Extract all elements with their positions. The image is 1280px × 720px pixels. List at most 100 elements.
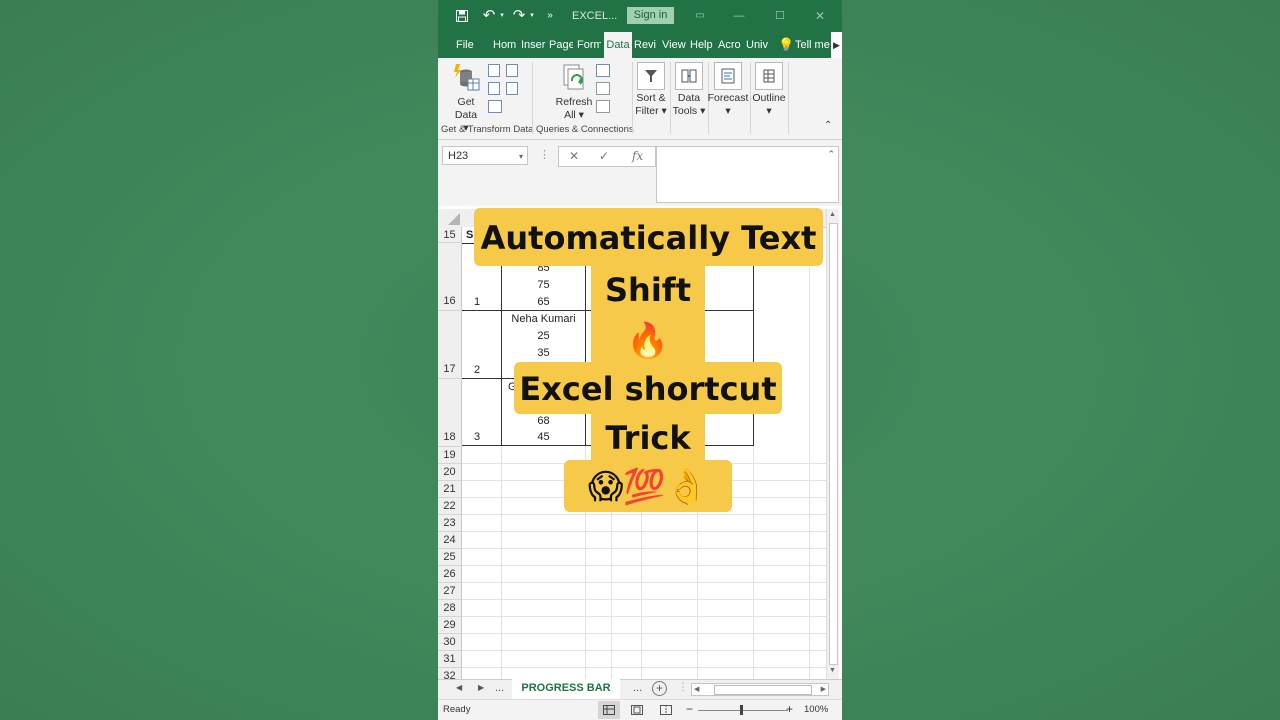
tab-insert[interactable]: Inser: [521, 32, 546, 58]
formula-collapse-icon[interactable]: ⌃: [827, 149, 835, 160]
row-header[interactable]: 23: [438, 515, 462, 532]
sheet-tab-bar: ◀ ▶ ... PROGRESS BAR ... + ⋮ ◀ ▶: [438, 679, 842, 701]
scroll-left-icon[interactable]: ◀: [694, 684, 699, 695]
row-header[interactable]: 15: [438, 227, 462, 243]
tab-data[interactable]: Data: [604, 32, 632, 58]
row-header[interactable]: 19: [438, 447, 462, 464]
row-header[interactable]: 29: [438, 617, 462, 634]
select-all-icon[interactable]: [448, 213, 460, 225]
tabs-scroll-right-icon[interactable]: ▶: [831, 32, 842, 58]
cancel-icon[interactable]: ✕: [569, 147, 579, 166]
undo-dropdown-icon[interactable]: ▾: [498, 0, 506, 32]
row-header[interactable]: 26: [438, 566, 462, 583]
row-header[interactable]: 27: [438, 583, 462, 600]
normal-view-button[interactable]: [598, 701, 620, 719]
ribbon-display-icon[interactable]: ▭: [692, 0, 708, 32]
cell-line[interactable]: 75: [502, 279, 585, 291]
scroll-down-icon[interactable]: ▼: [829, 667, 836, 674]
collapse-ribbon-icon[interactable]: ⌃: [824, 120, 832, 131]
minimize-icon[interactable]: —: [731, 0, 747, 32]
row-header[interactable]: 16: [438, 243, 462, 311]
row-header[interactable]: 28: [438, 600, 462, 617]
formula-input[interactable]: ⌃: [656, 146, 839, 203]
cell-line[interactable]: 65: [502, 296, 585, 308]
tab-review[interactable]: Revi: [634, 32, 658, 58]
sign-in-button[interactable]: Sign in: [627, 7, 674, 24]
tab-home[interactable]: Hom: [493, 32, 517, 58]
zoom-level[interactable]: 100%: [804, 704, 828, 715]
database-icon: [454, 64, 480, 91]
sheet-overflow-right[interactable]: ...: [633, 682, 642, 694]
scroll-right-icon[interactable]: ▶: [821, 684, 826, 695]
customize-toolbar-icon[interactable]: »: [544, 0, 556, 32]
zoom-slider-thumb[interactable]: [740, 705, 743, 715]
prev-sheet-icon[interactable]: ◀: [456, 683, 462, 692]
sheet-overflow-left[interactable]: ...: [495, 682, 504, 694]
row-header[interactable]: 22: [438, 498, 462, 515]
from-table-icon[interactable]: [488, 82, 500, 95]
refresh-all-button[interactable]: Refresh All ▾: [554, 64, 594, 122]
cell-sno[interactable]: 3: [474, 431, 480, 443]
header-cell-s[interactable]: S: [466, 229, 473, 241]
save-icon[interactable]: [454, 0, 470, 32]
horizontal-scrollbar[interactable]: ◀ ▶: [691, 683, 829, 696]
scroll-up-icon[interactable]: ▲: [829, 211, 836, 218]
row-header[interactable]: 30: [438, 634, 462, 651]
cell-sno[interactable]: 1: [474, 296, 480, 308]
redo-icon[interactable]: ↷: [510, 0, 528, 32]
tab-file[interactable]: File: [456, 32, 474, 58]
row-header[interactable]: 20: [438, 464, 462, 481]
cell-line[interactable]: 45: [502, 431, 585, 443]
tab-help[interactable]: Help: [690, 32, 714, 58]
add-sheet-icon[interactable]: +: [652, 681, 667, 696]
properties-icon[interactable]: [596, 82, 610, 95]
forecast-button[interactable]: Forecast ▾: [706, 62, 750, 118]
insert-function-icon[interactable]: fx: [632, 147, 643, 166]
close-icon[interactable]: ✕: [812, 0, 828, 32]
tab-formulas[interactable]: Form: [577, 32, 601, 58]
tab-page-layout[interactable]: Page: [549, 32, 573, 58]
row-header[interactable]: 25: [438, 549, 462, 566]
tell-me-search[interactable]: Tell me: [795, 32, 831, 58]
cell-line[interactable]: Neha Kumari: [502, 313, 585, 325]
existing-connections-icon[interactable]: [488, 100, 502, 113]
zoom-out-button[interactable]: −: [686, 702, 693, 716]
tab-view[interactable]: View: [662, 32, 686, 58]
scroll-thumb[interactable]: [829, 223, 838, 665]
from-text-icon[interactable]: [488, 64, 500, 77]
page-break-preview-icon[interactable]: [660, 705, 672, 715]
from-web-icon[interactable]: [506, 64, 518, 77]
hscroll-thumb[interactable]: [714, 685, 812, 695]
recent-sources-icon[interactable]: [506, 82, 518, 95]
data-tools-button[interactable]: Data Tools ▾: [672, 62, 706, 118]
tab-acrobat[interactable]: Acro: [718, 32, 742, 58]
zoom-in-button[interactable]: +: [786, 702, 793, 716]
queries-connections-icon[interactable]: [596, 64, 610, 77]
outline-button[interactable]: Outline ▾: [750, 62, 788, 118]
undo-icon[interactable]: ↶: [480, 0, 498, 32]
name-box[interactable]: H23 ▾: [442, 146, 528, 165]
sheet-tab-progress-bar[interactable]: PROGRESS BAR: [512, 679, 620, 701]
row-header[interactable]: 21: [438, 481, 462, 498]
cell-line[interactable]: 25: [502, 330, 585, 342]
cell-line[interactable]: 68: [502, 415, 585, 427]
row-header[interactable]: 31: [438, 651, 462, 668]
vertical-scrollbar[interactable]: ▲ ▼: [826, 209, 839, 679]
zoom-slider[interactable]: [698, 710, 788, 711]
cell-line[interactable]: 35: [502, 347, 585, 359]
page-layout-icon[interactable]: [631, 705, 643, 715]
row-header[interactable]: 32: [438, 668, 462, 679]
title-bar: ↶ ▾ ↷ ▾ » EXCEL... Sign in ▭ — ☐ ✕: [438, 0, 842, 32]
row-header[interactable]: 17: [438, 311, 462, 379]
next-sheet-icon[interactable]: ▶: [478, 683, 484, 692]
edit-links-icon[interactable]: [596, 100, 610, 113]
enter-icon[interactable]: ✓: [599, 147, 609, 166]
row-header[interactable]: 24: [438, 532, 462, 549]
row-header[interactable]: 18: [438, 379, 462, 447]
cell-sno[interactable]: 2: [474, 364, 480, 376]
name-box-dropdown-icon[interactable]: ▾: [519, 147, 523, 166]
redo-dropdown-icon[interactable]: ▾: [528, 0, 536, 32]
sort-filter-button[interactable]: Sort & Filter ▾: [634, 62, 668, 118]
maximize-icon[interactable]: ☐: [772, 0, 788, 32]
tab-univ[interactable]: Univ: [746, 32, 770, 58]
